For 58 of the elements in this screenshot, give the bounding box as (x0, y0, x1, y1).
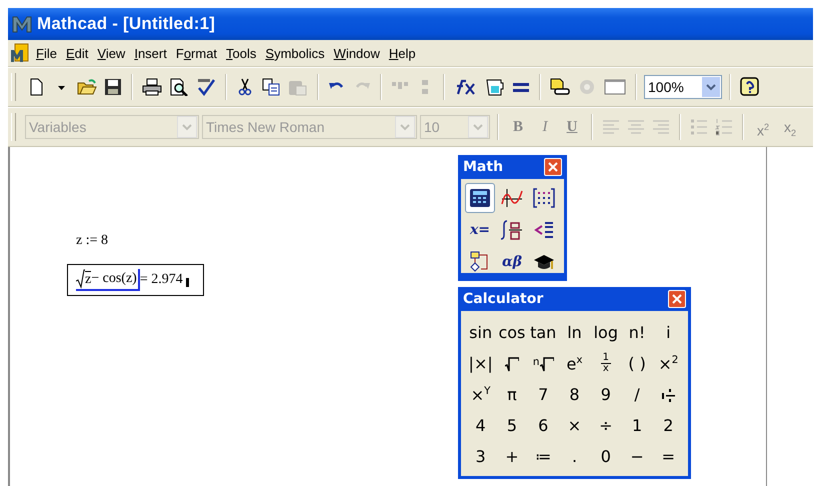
radical-icon (76, 269, 85, 289)
calculator-key[interactable]: i (664, 322, 673, 343)
calculator-key[interactable]: 0 (598, 446, 613, 467)
document-logo-icon (10, 43, 30, 63)
calculator-key[interactable]: 3 (474, 446, 488, 467)
dropdown-field[interactable]: 100% (644, 75, 722, 99)
calculator-key[interactable]: / (632, 384, 642, 405)
calculator-key[interactable]: cos (496, 322, 528, 343)
app-logo-icon (12, 14, 32, 34)
calculator-icon[interactable] (465, 183, 495, 213)
calculator-key[interactable]: 6 (536, 415, 550, 436)
menu-item[interactable]: Edit (62, 44, 94, 62)
palette-title: Math (463, 159, 504, 175)
calculator-key[interactable]: 5 (504, 415, 520, 436)
calculator-key[interactable]: ( ) (626, 353, 648, 374)
close-icon[interactable] (544, 158, 562, 176)
fraction-key[interactable]: 1 x (598, 352, 613, 375)
math-expression[interactable]: z− cos(z) = 2.974 (67, 264, 204, 296)
menu-item[interactable]: Symbolics (262, 44, 331, 62)
calculator-key[interactable]: ≔ (533, 446, 554, 467)
calculator-key[interactable]: 9 (598, 384, 613, 405)
calculator-key[interactable]: + (503, 446, 521, 467)
calculator-key[interactable]: e$^{x}$ (564, 352, 584, 374)
calculator-key[interactable]: 8 (567, 384, 582, 405)
menu-item[interactable]: Tools (223, 44, 262, 62)
calculator-key[interactable]: 7 (536, 384, 550, 405)
toolbar-button[interactable]: x= (465, 215, 495, 245)
calculator-key[interactable]: − (628, 446, 646, 467)
calculator-key[interactable]: 1 (630, 415, 644, 436)
calculator-key[interactable]: ln (565, 322, 584, 343)
calculator-key[interactable]: |×| (466, 353, 495, 374)
square-root-key[interactable] (502, 354, 521, 372)
menu-item[interactable]: Help (386, 44, 422, 62)
menu-item[interactable]: Format (172, 44, 224, 62)
calculator-key[interactable]: . (570, 446, 580, 467)
calculator-key[interactable]: π (505, 384, 519, 405)
calculator-key[interactable]: ÷ (597, 415, 614, 436)
toolbar-button[interactable]: αβ (497, 247, 527, 277)
calculator-key[interactable]: = (660, 446, 678, 467)
calculator-key[interactable]: × (566, 415, 584, 436)
calculator-key[interactable]: ×$^{2}$ (656, 352, 680, 374)
calculator-key[interactable]: log (592, 322, 620, 343)
math-definition[interactable]: z := 8 (76, 233, 108, 249)
close-icon[interactable] (668, 290, 686, 308)
palette-title: Calculator (463, 291, 544, 307)
menu-item[interactable]: Insert (131, 44, 173, 62)
calculator-key[interactable]: sin (467, 322, 494, 343)
calculator-key[interactable]: 4 (474, 415, 488, 436)
calculator-key[interactable]: ×$^{Y}$ (468, 384, 493, 406)
menu-item[interactable]: Window (330, 44, 386, 62)
menu-item[interactable]: View (94, 44, 132, 62)
nth-root-key[interactable]: n (530, 354, 556, 372)
calculator-key[interactable]: n! (626, 322, 648, 343)
calculator-key[interactable]: tan (528, 322, 558, 343)
calculator-key[interactable]: 2 (661, 415, 676, 436)
window-title: Mathcad - [Untitled:1] (37, 14, 216, 34)
help-icon[interactable] (738, 75, 762, 99)
menu-item[interactable]: File (33, 44, 63, 62)
